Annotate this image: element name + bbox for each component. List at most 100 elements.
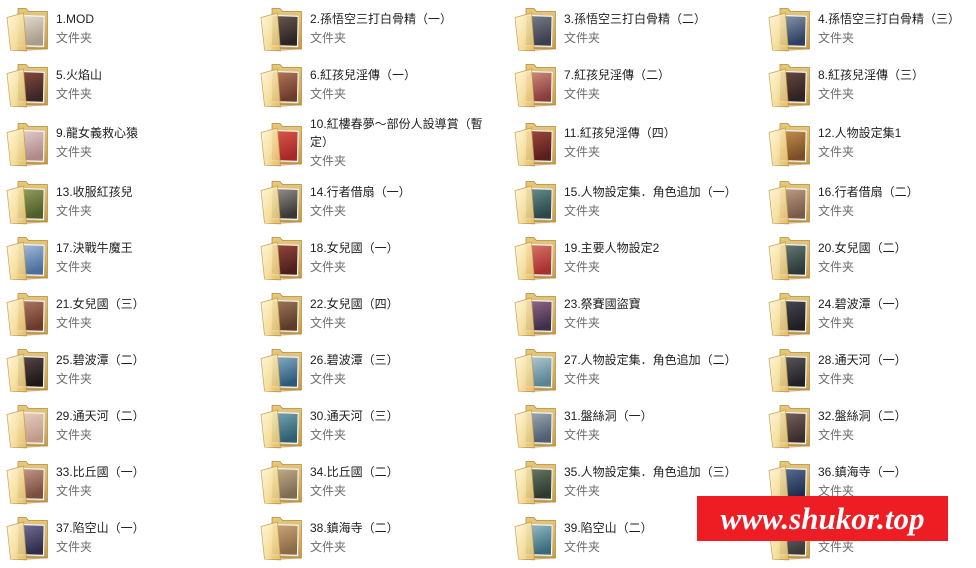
folder-text: 3.孫悟空三打白骨精（二） 文件夹 (564, 10, 744, 47)
folder-icon (4, 233, 52, 281)
folder-item[interactable]: 25.碧波潭（二） 文件夹 (0, 341, 254, 397)
folder-type-label: 文件夹 (564, 203, 601, 218)
watermark-text: www.shukor.top (720, 501, 925, 536)
folder-item[interactable]: 29.通天河（二） 文件夹 (0, 397, 254, 453)
folder-icon (766, 289, 814, 337)
folder-icon (258, 457, 306, 505)
folder-name: 31.盤絲洞（一） (564, 408, 653, 423)
folder-text: 37.陷空山（一） 文件夹 (56, 519, 236, 556)
folder-item[interactable]: 22.女兒國（四） 文件夹 (254, 285, 508, 341)
folder-name: 6.紅孩兒淫傳（一） (310, 67, 417, 82)
folder-type-label: 文件夹 (56, 427, 93, 442)
folder-item[interactable]: 15.人物設定集．角色追加（一） 文件夹 (508, 173, 762, 229)
folder-type-label: 文件夹 (56, 145, 93, 159)
folder-item[interactable]: 2.孫悟空三打白骨精（一） 文件夹 (254, 0, 508, 56)
folder-type-label: 文件夹 (310, 30, 347, 45)
folder-item[interactable]: 24.碧波潭（一） 文件夹 (762, 285, 976, 341)
folder-type-label: 文件夹 (310, 259, 347, 274)
folder-text: 32.盤絲洞（二） 文件夹 (818, 407, 976, 444)
folder-name: 38.鎮海寺（二） (310, 520, 399, 535)
folder-item[interactable]: 23.祭賽國盜寶 文件夹 (508, 285, 762, 341)
folder-item[interactable]: 12.人物設定集1 文件夹 (762, 112, 976, 173)
folder-name: 35.人物設定集．角色追加（三） (564, 464, 737, 479)
folder-item[interactable]: 18.女兒國（一） 文件夹 (254, 229, 508, 285)
folder-text: 28.通天河（一） 文件夹 (818, 351, 976, 388)
folder-text: 38.鎮海寺（二） 文件夹 (310, 519, 490, 556)
folder-icon (512, 4, 560, 52)
folder-item[interactable]: 16.行者借扇（二） 文件夹 (762, 173, 976, 229)
folder-type-label: 文件夹 (56, 203, 93, 218)
folder-icon (766, 119, 814, 167)
folder-text: 36.鎮海寺（一） 文件夹 (818, 463, 976, 500)
folder-item[interactable]: 3.孫悟空三打白骨精（二） 文件夹 (508, 0, 762, 56)
folder-text: 11.紅孩兒淫傳（四） 文件夹 (564, 124, 744, 161)
folder-type-label: 文件夹 (56, 86, 93, 101)
folder-type-label: 文件夹 (564, 427, 601, 442)
folder-name: 17.決戰牛魔王 (56, 240, 133, 255)
folder-type-label: 文件夹 (818, 315, 855, 330)
folder-item[interactable]: 5.火焰山 文件夹 (0, 56, 254, 112)
folder-icon (4, 401, 52, 449)
folder-type-label: 文件夹 (56, 259, 93, 274)
folder-icon (766, 401, 814, 449)
folder-item[interactable]: 34.比丘國（二） 文件夹 (254, 453, 508, 509)
folder-item[interactable]: 8.紅孩兒淫傳（三） 文件夹 (762, 56, 976, 112)
folder-item[interactable]: 21.女兒國（三） 文件夹 (0, 285, 254, 341)
folder-item[interactable]: 26.碧波潭（三） 文件夹 (254, 341, 508, 397)
folder-item[interactable]: 37.陷空山（一） 文件夹 (0, 509, 254, 565)
folder-item[interactable]: 30.通天河（三） 文件夹 (254, 397, 508, 453)
folder-type-label: 文件夹 (564, 30, 601, 45)
folder-name: 4.孫悟空三打白骨精（三） (818, 11, 961, 26)
folder-icon (4, 457, 52, 505)
folder-text: 19.主要人物設定2 文件夹 (564, 239, 744, 276)
watermark-banner: www.shukor.top (697, 496, 948, 541)
folder-icon (258, 513, 306, 561)
folder-text: 5.火焰山 文件夹 (56, 66, 236, 103)
explorer-view: { "items": [ {"name": "1.MOD", "type": "… (0, 0, 976, 568)
folder-type-label: 文件夹 (310, 86, 347, 101)
folder-text: 22.女兒國（四） 文件夹 (310, 295, 490, 332)
folder-name: 11.紅孩兒淫傳（四） (564, 126, 676, 140)
folder-text: 6.紅孩兒淫傳（一） 文件夹 (310, 66, 490, 103)
folder-text: 15.人物設定集．角色追加（一） 文件夹 (564, 183, 744, 220)
folder-item[interactable]: 9.龍女義救心猿 文件夹 (0, 112, 254, 173)
folder-text: 18.女兒國（一） 文件夹 (310, 239, 490, 276)
folder-icon (4, 4, 52, 52)
folder-type-label: 文件夹 (310, 539, 347, 554)
folder-item[interactable]: 27.人物設定集．角色追加（二） 文件夹 (508, 341, 762, 397)
folder-item[interactable]: 19.主要人物設定2 文件夹 (508, 229, 762, 285)
folder-item[interactable]: 1.MOD 文件夹 (0, 0, 254, 56)
folder-icon (512, 513, 560, 561)
folder-item[interactable]: 4.孫悟空三打白骨精（三） 文件夹 (762, 0, 976, 56)
folder-name: 13.收服紅孩兒 (56, 184, 133, 199)
folder-item[interactable]: 13.收服紅孩兒 文件夹 (0, 173, 254, 229)
folder-item[interactable]: 7.紅孩兒淫傳（二） 文件夹 (508, 56, 762, 112)
folder-icon (512, 457, 560, 505)
folder-item[interactable]: 14.行者借扇（一） 文件夹 (254, 173, 508, 229)
folder-item[interactable]: 28.通天河（一） 文件夹 (762, 341, 976, 397)
folder-icon (4, 513, 52, 561)
folder-type-label: 文件夹 (564, 315, 601, 330)
folder-item[interactable]: 10.紅樓春夢～部份人設導賞（暫定） 文件夹 (254, 112, 508, 173)
folder-text: 20.女兒國（二） 文件夹 (818, 239, 976, 276)
folder-icon (512, 60, 560, 108)
folder-text: 13.收服紅孩兒 文件夹 (56, 183, 236, 220)
folder-name: 15.人物設定集．角色追加（一） (564, 184, 737, 199)
folder-name: 8.紅孩兒淫傳（三） (818, 67, 925, 82)
folder-text: 2.孫悟空三打白骨精（一） 文件夹 (310, 10, 490, 47)
folder-item[interactable]: 11.紅孩兒淫傳（四） 文件夹 (508, 112, 762, 173)
folder-type-label: 文件夹 (818, 203, 855, 218)
folder-text: 7.紅孩兒淫傳（二） 文件夹 (564, 66, 744, 103)
folder-text: 4.孫悟空三打白骨精（三） 文件夹 (818, 10, 976, 47)
folder-item[interactable]: 6.紅孩兒淫傳（一） 文件夹 (254, 56, 508, 112)
folder-text: 35.人物設定集．角色追加（三） 文件夹 (564, 463, 744, 500)
folder-item[interactable]: 33.比丘國（一） 文件夹 (0, 453, 254, 509)
folder-name: 34.比丘國（二） (310, 464, 399, 479)
folder-item[interactable]: 20.女兒國（二） 文件夹 (762, 229, 976, 285)
folder-icon (766, 177, 814, 225)
folder-item[interactable]: 31.盤絲洞（一） 文件夹 (508, 397, 762, 453)
folder-item[interactable]: 38.鎮海寺（二） 文件夹 (254, 509, 508, 565)
folder-item[interactable]: 32.盤絲洞（二） 文件夹 (762, 397, 976, 453)
folder-text: 14.行者借扇（一） 文件夹 (310, 183, 490, 220)
folder-item[interactable]: 17.決戰牛魔王 文件夹 (0, 229, 254, 285)
